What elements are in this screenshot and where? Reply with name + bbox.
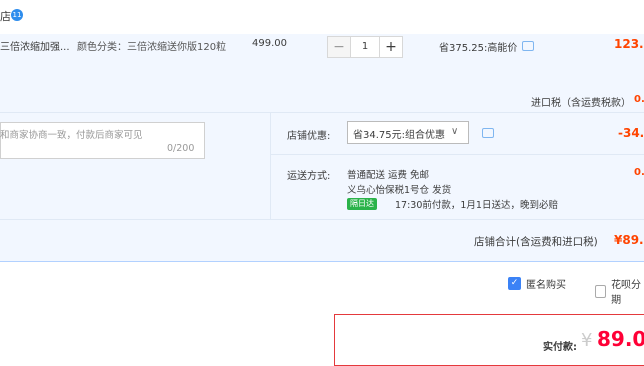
divider [270, 112, 271, 219]
quantity-stepper: − 1 + [327, 36, 403, 58]
chat-icon[interactable] [482, 128, 494, 138]
payment-label: 实付款: [543, 342, 577, 353]
payment-amount: 89.0 [597, 327, 644, 351]
tax-value: 0. [634, 94, 644, 105]
message-placeholder: 和商家协商一致，付款后商家可见 [0, 130, 143, 141]
item-total: 123. [614, 37, 644, 51]
item-name-link[interactable]: 三倍浓缩加强... [0, 38, 70, 53]
next-day-badge: 隔日达 [347, 198, 377, 210]
increase-button[interactable]: + [379, 36, 403, 58]
shop-tag: 店 [0, 10, 11, 23]
quantity-input[interactable]: 1 [351, 36, 379, 58]
discount-selected: 省34.75元:组合优惠 [353, 130, 445, 141]
huabei-label: 花呗分期 [611, 280, 642, 306]
chat-icon[interactable] [522, 41, 534, 51]
shop-total-label: 店铺合计(含运费和进口税) [474, 236, 598, 248]
item-price: 499.00 [252, 38, 287, 49]
huabei-option[interactable]: 花呗分期 [595, 276, 644, 306]
chevron-down-icon: ∨ [451, 126, 459, 137]
item-sku: 颜色分类：三倍浓缩送你版120粒 [77, 42, 227, 53]
saving-note: 省375.25:高能价 [439, 43, 518, 54]
delivery-note: 17:30前付款，1月1日送达，晚到必赔 [395, 200, 558, 211]
message-char-count: 0/200 [167, 143, 195, 154]
shipping-method: 普通配送 运费 免邮 [347, 170, 430, 181]
shop-total-value: ¥89. [614, 233, 644, 247]
check-icon[interactable]: ✓ [508, 277, 521, 290]
checkbox[interactable] [595, 284, 607, 298]
shop-header [0, 0, 644, 34]
anonymous-option[interactable]: ✓ 匿名购买 [508, 276, 566, 291]
shipping-origin: 义乌心怡保税1号仓 发货 [347, 185, 452, 196]
divider [270, 154, 644, 155]
shipping-value: 0. [634, 167, 644, 178]
shop-badge-icon: 11 [11, 9, 23, 21]
anonymous-label: 匿名购买 [526, 280, 566, 291]
discount-value: -34. [618, 126, 644, 140]
currency-symbol: ¥ [581, 330, 593, 351]
tax-label: 进口税（含运费税款） [531, 98, 631, 109]
discount-label: 店铺优惠: [287, 131, 331, 142]
decrease-button[interactable]: − [327, 36, 351, 58]
shipping-label: 运送方式: [287, 171, 331, 182]
